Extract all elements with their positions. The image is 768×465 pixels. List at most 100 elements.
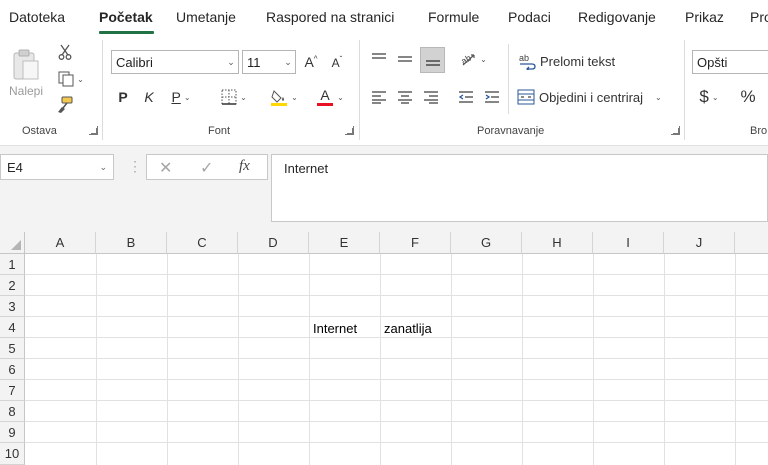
row-header-8[interactable]: 8	[0, 401, 25, 422]
underline-label: P	[171, 89, 181, 105]
italic-button[interactable]: K	[138, 86, 160, 108]
cell-e4[interactable]: Internet	[309, 318, 380, 339]
wrap-text-button[interactable]: ab Prelomi tekst	[518, 50, 628, 72]
number-format-value: Opšti	[697, 54, 728, 70]
increase-indent-button[interactable]	[481, 86, 503, 108]
tab-raspored-na-stranici[interactable]: Raspored na stranici	[266, 9, 394, 25]
paste-button[interactable]: Nalepi	[6, 42, 46, 104]
tab-pocetak[interactable]: Početak	[99, 9, 153, 25]
decrease-indent-icon	[458, 91, 473, 103]
align-top-button[interactable]	[368, 48, 390, 70]
row-header-7[interactable]: 7	[0, 380, 25, 401]
formula-input[interactable]: Internet	[271, 154, 768, 222]
align-right-button[interactable]	[420, 86, 442, 108]
row-header-9[interactable]: 9	[0, 422, 25, 443]
decrease-indent-button[interactable]	[455, 86, 477, 108]
paste-label: Nalepi	[8, 84, 44, 98]
select-all-icon	[11, 240, 21, 250]
tab-prikaz[interactable]: Prikaz	[685, 9, 724, 25]
tab-podaci[interactable]: Podaci	[508, 9, 551, 25]
clipboard-group-label: Ostava	[22, 125, 57, 137]
clipboard-dialog-launcher[interactable]	[89, 126, 98, 135]
percent-button[interactable]: %	[736, 86, 760, 108]
insert-function-icon[interactable]: fx	[239, 158, 250, 175]
decrease-font-icon: Aˇ	[331, 54, 343, 70]
align-center-icon	[398, 91, 412, 104]
align-bottom-button[interactable]	[420, 47, 445, 73]
cell-f4[interactable]: zanatlija	[380, 318, 451, 339]
gridline	[25, 421, 768, 422]
chevron-down-icon: ⌄	[183, 92, 191, 102]
gridline	[522, 254, 523, 465]
tab-datoteka[interactable]: Datoteka	[9, 9, 65, 25]
borders-button[interactable]: ⌄	[214, 86, 254, 108]
gridline	[167, 254, 168, 465]
decrease-font-size-button[interactable]: Aˇ	[326, 51, 348, 73]
merge-cells-icon	[517, 89, 535, 105]
column-header-b[interactable]: B	[96, 232, 167, 254]
select-all-button[interactable]	[0, 232, 25, 254]
font-size-select[interactable]: 11 ⌄	[242, 50, 296, 74]
column-header-e[interactable]: E	[309, 232, 380, 254]
name-box[interactable]: E4 ⌄	[0, 154, 114, 180]
currency-button[interactable]: $ ⌄	[696, 86, 722, 108]
merge-center-label: Objedini i centriraj	[539, 89, 644, 105]
group-separator	[508, 44, 509, 114]
row-header-10[interactable]: 10	[0, 443, 25, 465]
paste-icon	[13, 49, 39, 80]
font-size-value: 11	[247, 54, 261, 70]
align-center-button[interactable]	[394, 86, 416, 108]
underline-button[interactable]: P ⌄	[164, 86, 198, 108]
bold-button[interactable]: P	[112, 86, 134, 108]
column-header-f[interactable]: F	[380, 232, 451, 254]
column-header-g[interactable]: G	[451, 232, 522, 254]
column-header-c[interactable]: C	[167, 232, 238, 254]
tab-umetanje[interactable]: Umetanje	[176, 9, 236, 25]
fill-color-button[interactable]: ⌄	[264, 86, 304, 108]
svg-text:ab: ab	[459, 53, 473, 67]
gridline	[25, 274, 768, 275]
number-format-select[interactable]: Opšti	[692, 50, 768, 74]
font-color-button[interactable]: A ⌄	[310, 86, 350, 108]
tab-pro[interactable]: Pro	[750, 9, 768, 25]
row-header-5[interactable]: 5	[0, 338, 25, 359]
format-painter-button[interactable]	[54, 94, 76, 116]
row-header-6[interactable]: 6	[0, 359, 25, 380]
tab-redigovanje[interactable]: Redigovanje	[578, 9, 656, 25]
cut-button[interactable]	[54, 42, 76, 62]
gridline	[25, 316, 768, 317]
column-header-d[interactable]: D	[238, 232, 309, 254]
copy-button[interactable]: ⌄	[53, 69, 89, 89]
align-right-icon	[424, 91, 438, 104]
column-header-h[interactable]: H	[522, 232, 593, 254]
borders-icon	[221, 89, 237, 105]
copy-icon	[58, 71, 74, 87]
active-tab-indicator	[99, 31, 154, 34]
font-name-select[interactable]: Calibri ⌄	[111, 50, 239, 74]
orientation-button[interactable]: ab ⌄	[455, 48, 491, 70]
font-dialog-launcher[interactable]	[345, 126, 354, 135]
cancel-icon[interactable]: ✕	[159, 158, 172, 178]
enter-icon[interactable]: ✓	[200, 158, 213, 178]
font-group-label: Font	[208, 125, 231, 137]
chevron-down-icon: ⌄	[480, 54, 487, 64]
gridline	[238, 254, 239, 465]
increase-font-size-button[interactable]: A^	[300, 51, 322, 73]
row-header-1[interactable]: 1	[0, 254, 25, 275]
chevron-down-icon: ⌄	[291, 92, 298, 102]
row-header-4[interactable]: 4	[0, 317, 25, 338]
align-middle-icon	[398, 56, 412, 62]
row-header-3[interactable]: 3	[0, 296, 25, 317]
column-header-partial[interactable]	[735, 232, 768, 254]
align-middle-button[interactable]	[394, 48, 416, 70]
column-header-a[interactable]: A	[25, 232, 96, 254]
gridline	[664, 254, 665, 465]
row-header-2[interactable]: 2	[0, 275, 25, 296]
merge-center-button[interactable]: Objedini i centriraj ⌄	[517, 86, 672, 108]
alignment-dialog-launcher[interactable]	[671, 126, 680, 135]
column-header-j[interactable]: J	[664, 232, 735, 254]
column-header-i[interactable]: I	[593, 232, 664, 254]
align-left-button[interactable]	[368, 86, 390, 108]
tab-formule[interactable]: Formule	[428, 9, 479, 25]
gridline	[735, 254, 736, 465]
